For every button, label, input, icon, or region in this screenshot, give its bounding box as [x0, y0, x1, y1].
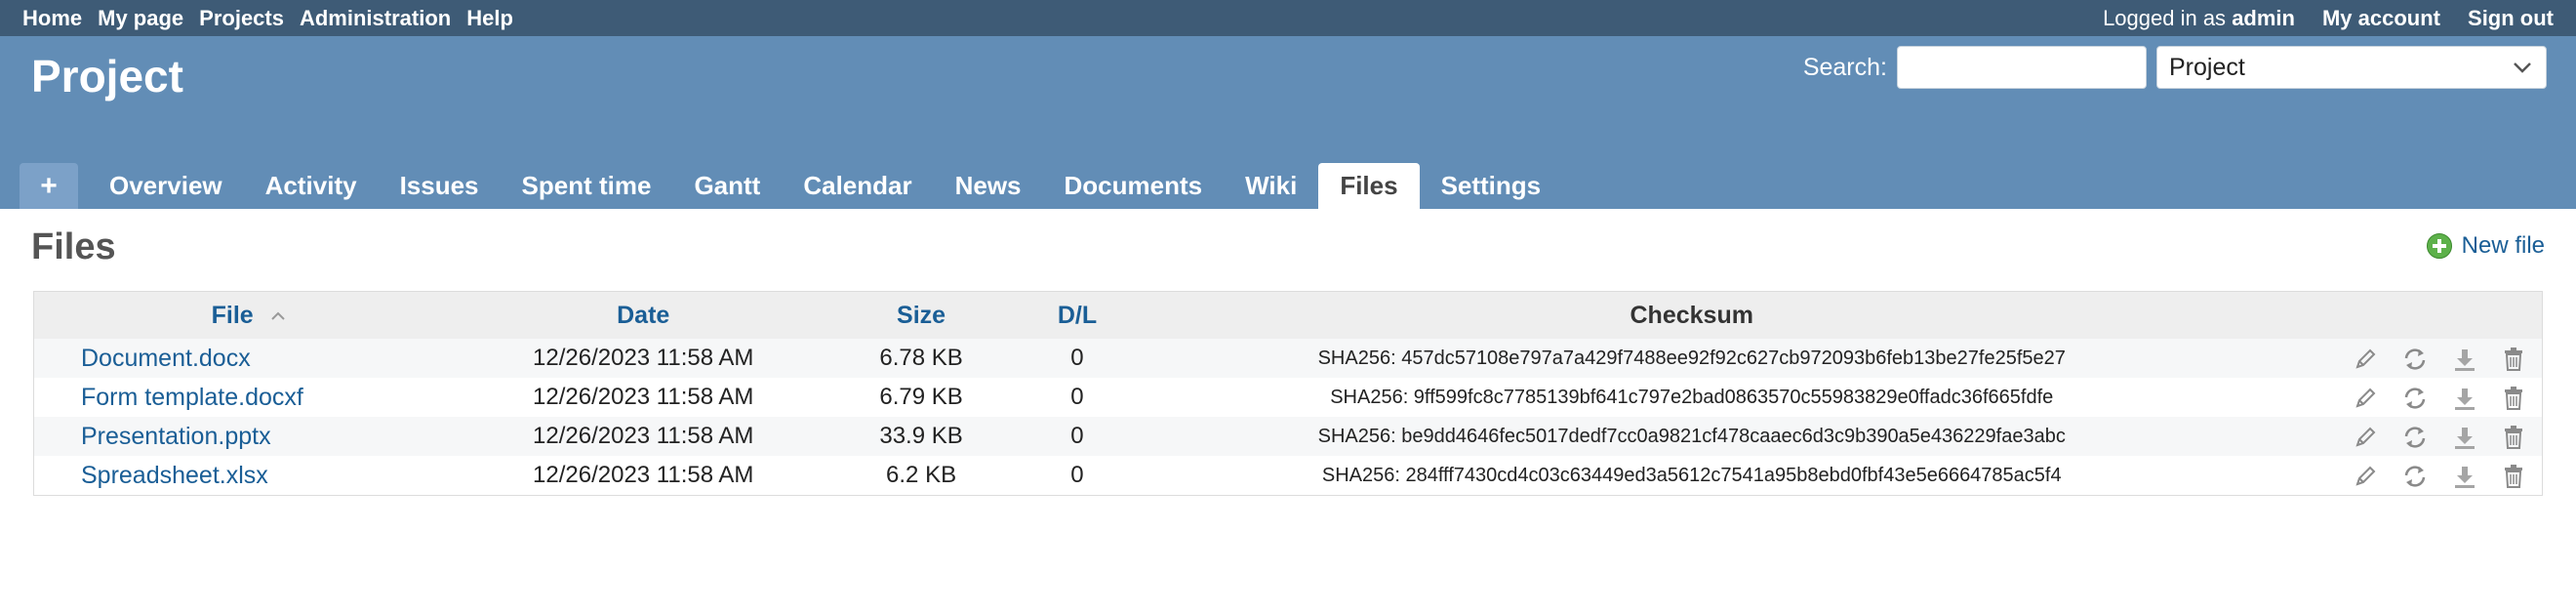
add-icon	[2426, 233, 2452, 259]
download-icon[interactable]	[2452, 386, 2477, 411]
page-title: Files	[31, 226, 116, 267]
file-cell: Document.docx	[33, 339, 463, 378]
top-link-help[interactable]: Help	[466, 6, 513, 31]
file-link[interactable]: Document.docx	[81, 345, 251, 372]
download-icon[interactable]	[2452, 464, 2477, 489]
date-cell: 12/26/2023 11:58 AM	[463, 456, 825, 496]
project-scope-select[interactable]: Project	[2156, 46, 2547, 89]
new-file-label: New file	[2461, 232, 2545, 259]
refresh-icon[interactable]	[2401, 386, 2429, 411]
project-header: Project Search: Project + Overview Activ…	[0, 36, 2576, 209]
column-dl[interactable]: D/L	[1019, 291, 1136, 339]
sign-out-link[interactable]: Sign out	[2468, 6, 2554, 31]
new-object-tab[interactable]: +	[20, 163, 78, 209]
column-checksum: Checksum	[1135, 291, 2248, 339]
edit-icon[interactable]	[2353, 425, 2378, 450]
downloads-cell: 0	[1019, 339, 1136, 378]
actions-cell	[2247, 417, 2543, 456]
logged-in-prefix: Logged in as	[2103, 5, 2227, 30]
date-cell: 12/26/2023 11:58 AM	[463, 378, 825, 417]
tab-wiki[interactable]: Wiki	[1224, 163, 1318, 209]
column-file-label: File	[211, 301, 254, 329]
delete-icon[interactable]	[2501, 425, 2526, 450]
top-link-administration[interactable]: Administration	[300, 6, 451, 31]
date-cell: 12/26/2023 11:58 AM	[463, 417, 825, 456]
downloads-cell: 0	[1019, 456, 1136, 496]
file-cell: Form template.docxf	[33, 378, 463, 417]
tab-calendar[interactable]: Calendar	[782, 163, 933, 209]
sort-ascending-icon	[270, 311, 285, 320]
table-row: Presentation.pptx 12/26/2023 11:58 AM 33…	[33, 417, 2543, 456]
download-icon[interactable]	[2452, 425, 2477, 450]
search-label: Search:	[1802, 53, 1887, 81]
size-cell: 6.2 KB	[824, 456, 1019, 496]
column-date[interactable]: Date	[463, 291, 825, 339]
table-row: Document.docx 12/26/2023 11:58 AM 6.78 K…	[33, 339, 2543, 378]
logged-in-user-link[interactable]: admin	[2232, 6, 2295, 30]
column-actions	[2247, 291, 2543, 339]
project-tabs: + Overview Activity Issues Spent time Ga…	[20, 163, 1562, 209]
tab-gantt[interactable]: Gantt	[672, 163, 782, 209]
actions-cell	[2247, 456, 2543, 496]
tab-activity[interactable]: Activity	[244, 163, 379, 209]
file-link[interactable]: Presentation.pptx	[81, 423, 271, 450]
search-input[interactable]	[1897, 46, 2147, 89]
delete-icon[interactable]	[2501, 464, 2526, 489]
tab-documents[interactable]: Documents	[1043, 163, 1225, 209]
refresh-icon[interactable]	[2401, 464, 2429, 489]
tab-news[interactable]: News	[934, 163, 1043, 209]
chevron-down-icon	[2514, 62, 2531, 73]
edit-icon[interactable]	[2353, 386, 2378, 411]
size-cell: 6.79 KB	[824, 378, 1019, 417]
tab-settings[interactable]: Settings	[1420, 163, 1563, 209]
file-link[interactable]: Spreadsheet.xlsx	[81, 462, 268, 489]
tab-spent-time[interactable]: Spent time	[501, 163, 673, 209]
date-cell: 12/26/2023 11:58 AM	[463, 339, 825, 378]
file-cell: Spreadsheet.xlsx	[33, 456, 463, 496]
size-cell: 6.78 KB	[824, 339, 1019, 378]
files-table: File Date Size D/L Checksum Document.doc…	[33, 291, 2543, 496]
delete-icon[interactable]	[2501, 386, 2526, 411]
checksum-cell: SHA256: 9ff599fc8c7785139bf641c797e2bad0…	[1135, 378, 2248, 417]
table-row: Spreadsheet.xlsx 12/26/2023 11:58 AM 6.2…	[33, 456, 2543, 496]
top-link-my-page[interactable]: My page	[98, 6, 183, 31]
top-link-projects[interactable]: Projects	[199, 6, 284, 31]
downloads-cell: 0	[1019, 417, 1136, 456]
logged-in-as: Logged in as admin	[2103, 6, 2295, 31]
edit-icon[interactable]	[2353, 464, 2378, 489]
new-file-button[interactable]: New file	[2426, 232, 2545, 260]
refresh-icon[interactable]	[2401, 347, 2429, 372]
table-row: Form template.docxf 12/26/2023 11:58 AM …	[33, 378, 2543, 417]
top-menu-links: Home My page Projects Administration Hel…	[22, 6, 513, 31]
my-account-link[interactable]: My account	[2322, 6, 2440, 31]
size-cell: 33.9 KB	[824, 417, 1019, 456]
project-title: Project	[31, 51, 183, 102]
quick-search: Search: Project	[1803, 46, 2547, 89]
top-link-home[interactable]: Home	[22, 6, 82, 31]
refresh-icon[interactable]	[2401, 425, 2429, 450]
delete-icon[interactable]	[2501, 347, 2526, 372]
file-cell: Presentation.pptx	[33, 417, 463, 456]
table-header-row: File Date Size D/L Checksum	[33, 291, 2543, 339]
actions-cell	[2247, 339, 2543, 378]
tab-issues[interactable]: Issues	[379, 163, 501, 209]
tab-overview[interactable]: Overview	[88, 163, 244, 209]
checksum-cell: SHA256: 284fff7430cd4c03c63449ed3a5612c7…	[1135, 456, 2248, 496]
project-scope-value: Project	[2169, 53, 2245, 81]
file-link[interactable]: Form template.docxf	[81, 384, 303, 411]
checksum-cell: SHA256: be9dd4646fec5017dedf7cc0a9821cf4…	[1135, 417, 2248, 456]
download-icon[interactable]	[2452, 347, 2477, 372]
downloads-cell: 0	[1019, 378, 1136, 417]
column-size[interactable]: Size	[824, 291, 1019, 339]
top-menu: Home My page Projects Administration Hel…	[0, 0, 2576, 36]
account-area: Logged in as admin My account Sign out	[2103, 6, 2554, 31]
checksum-cell: SHA256: 457dc57108e797a7a429f7488ee92f92…	[1135, 339, 2248, 378]
column-file[interactable]: File	[33, 291, 463, 339]
tab-files[interactable]: Files	[1318, 163, 1420, 209]
edit-icon[interactable]	[2353, 347, 2378, 372]
actions-cell	[2247, 378, 2543, 417]
